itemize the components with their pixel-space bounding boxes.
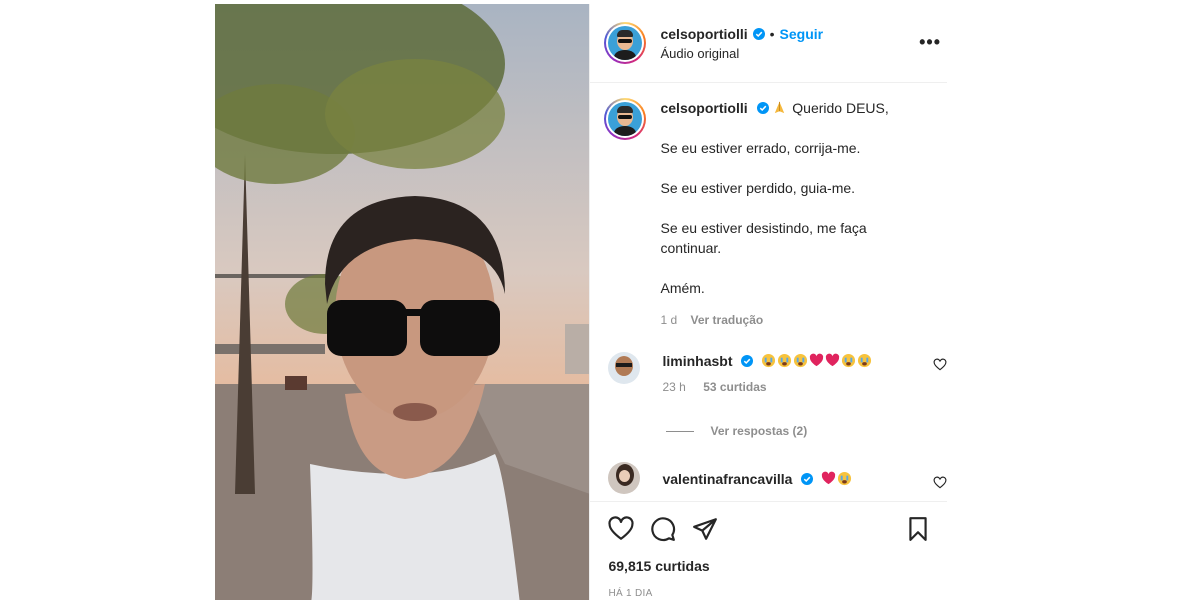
comment-item: liminhasbt 23 h 53 curtidas <box>590 352 947 396</box>
translate-link[interactable]: Ver tradução <box>691 313 764 327</box>
comment-like-icon[interactable] <box>933 358 947 372</box>
crying-face-icon <box>778 353 792 368</box>
author-username[interactable]: celsoportiolli <box>660 26 747 42</box>
commenter-username[interactable]: liminhasbt <box>662 353 732 369</box>
share-icon[interactable] <box>692 516 718 542</box>
crying-face-icon <box>762 353 776 368</box>
crying-face-icon <box>858 353 872 368</box>
post-timestamp: HÁ 1 DIA <box>608 588 653 599</box>
comments-list[interactable]: celsoportiolli Querido DEUS, Se eu estiv… <box>590 84 947 500</box>
caption: celsoportiolli Querido DEUS, Se eu estiv… <box>590 84 947 330</box>
verified-icon <box>752 27 765 40</box>
crying-face-icon <box>838 471 852 486</box>
caption-time: 1 d <box>660 313 678 327</box>
caption-line: Amém. <box>660 280 705 296</box>
red-heart-icon <box>810 353 824 367</box>
post-video[interactable] <box>215 4 590 600</box>
post-actions: 69,815 curtidas HÁ 1 DIA <box>590 501 948 601</box>
replies-divider <box>666 430 695 432</box>
heart-icon[interactable] <box>608 516 635 542</box>
verified-icon <box>756 102 769 114</box>
comment-icon[interactable] <box>650 516 676 542</box>
caption-avatar[interactable] <box>604 98 647 140</box>
caption-username[interactable]: celsoportiolli <box>660 100 747 116</box>
comment-item: valentinafrancavilla <box>590 462 947 494</box>
commenter-username[interactable]: valentinafrancavilla <box>662 471 792 487</box>
caption-line: Se eu estiver errado, corrija-me. <box>660 140 861 156</box>
comment-time: 23 h <box>662 380 686 394</box>
commenter-avatar[interactable] <box>608 352 641 384</box>
video-frame <box>215 4 590 600</box>
likes-count[interactable]: 69,815 curtidas <box>608 558 947 574</box>
comment-emojis <box>821 471 853 487</box>
author-avatar[interactable] <box>604 22 647 64</box>
verified-icon <box>741 355 754 367</box>
instagram-post: celsoportiolli • Seguir Áudio original •… <box>215 4 948 601</box>
bookmark-icon[interactable] <box>905 516 931 542</box>
praying-hands-icon <box>775 101 785 114</box>
audio-link[interactable]: Áudio original <box>660 46 823 61</box>
red-heart-icon <box>826 353 840 367</box>
crying-face-icon <box>794 353 808 368</box>
comment-likes[interactable]: 53 curtidas <box>703 380 766 394</box>
crying-face-icon <box>842 353 856 368</box>
follow-button[interactable]: Seguir <box>780 26 824 42</box>
post-header: celsoportiolli • Seguir Áudio original •… <box>590 4 947 83</box>
separator-dot: • <box>769 25 775 42</box>
caption-line: Se eu estiver perdido, guia-me. <box>660 180 856 196</box>
verified-icon <box>801 473 814 485</box>
more-icon[interactable]: ••• <box>919 32 941 53</box>
post-side-panel: celsoportiolli • Seguir Áudio original •… <box>589 4 948 601</box>
comment-like-icon[interactable] <box>933 476 947 490</box>
caption-first-line: Querido DEUS, <box>792 100 889 116</box>
comment-emojis <box>761 353 873 369</box>
view-replies-label: Ver respostas (2) <box>710 424 808 438</box>
red-heart-icon <box>822 471 836 485</box>
view-replies-button[interactable]: Ver respostas (2) <box>666 424 947 438</box>
caption-line: Se eu estiver desistindo, me faça contin… <box>660 220 867 256</box>
commenter-avatar[interactable] <box>608 462 641 494</box>
